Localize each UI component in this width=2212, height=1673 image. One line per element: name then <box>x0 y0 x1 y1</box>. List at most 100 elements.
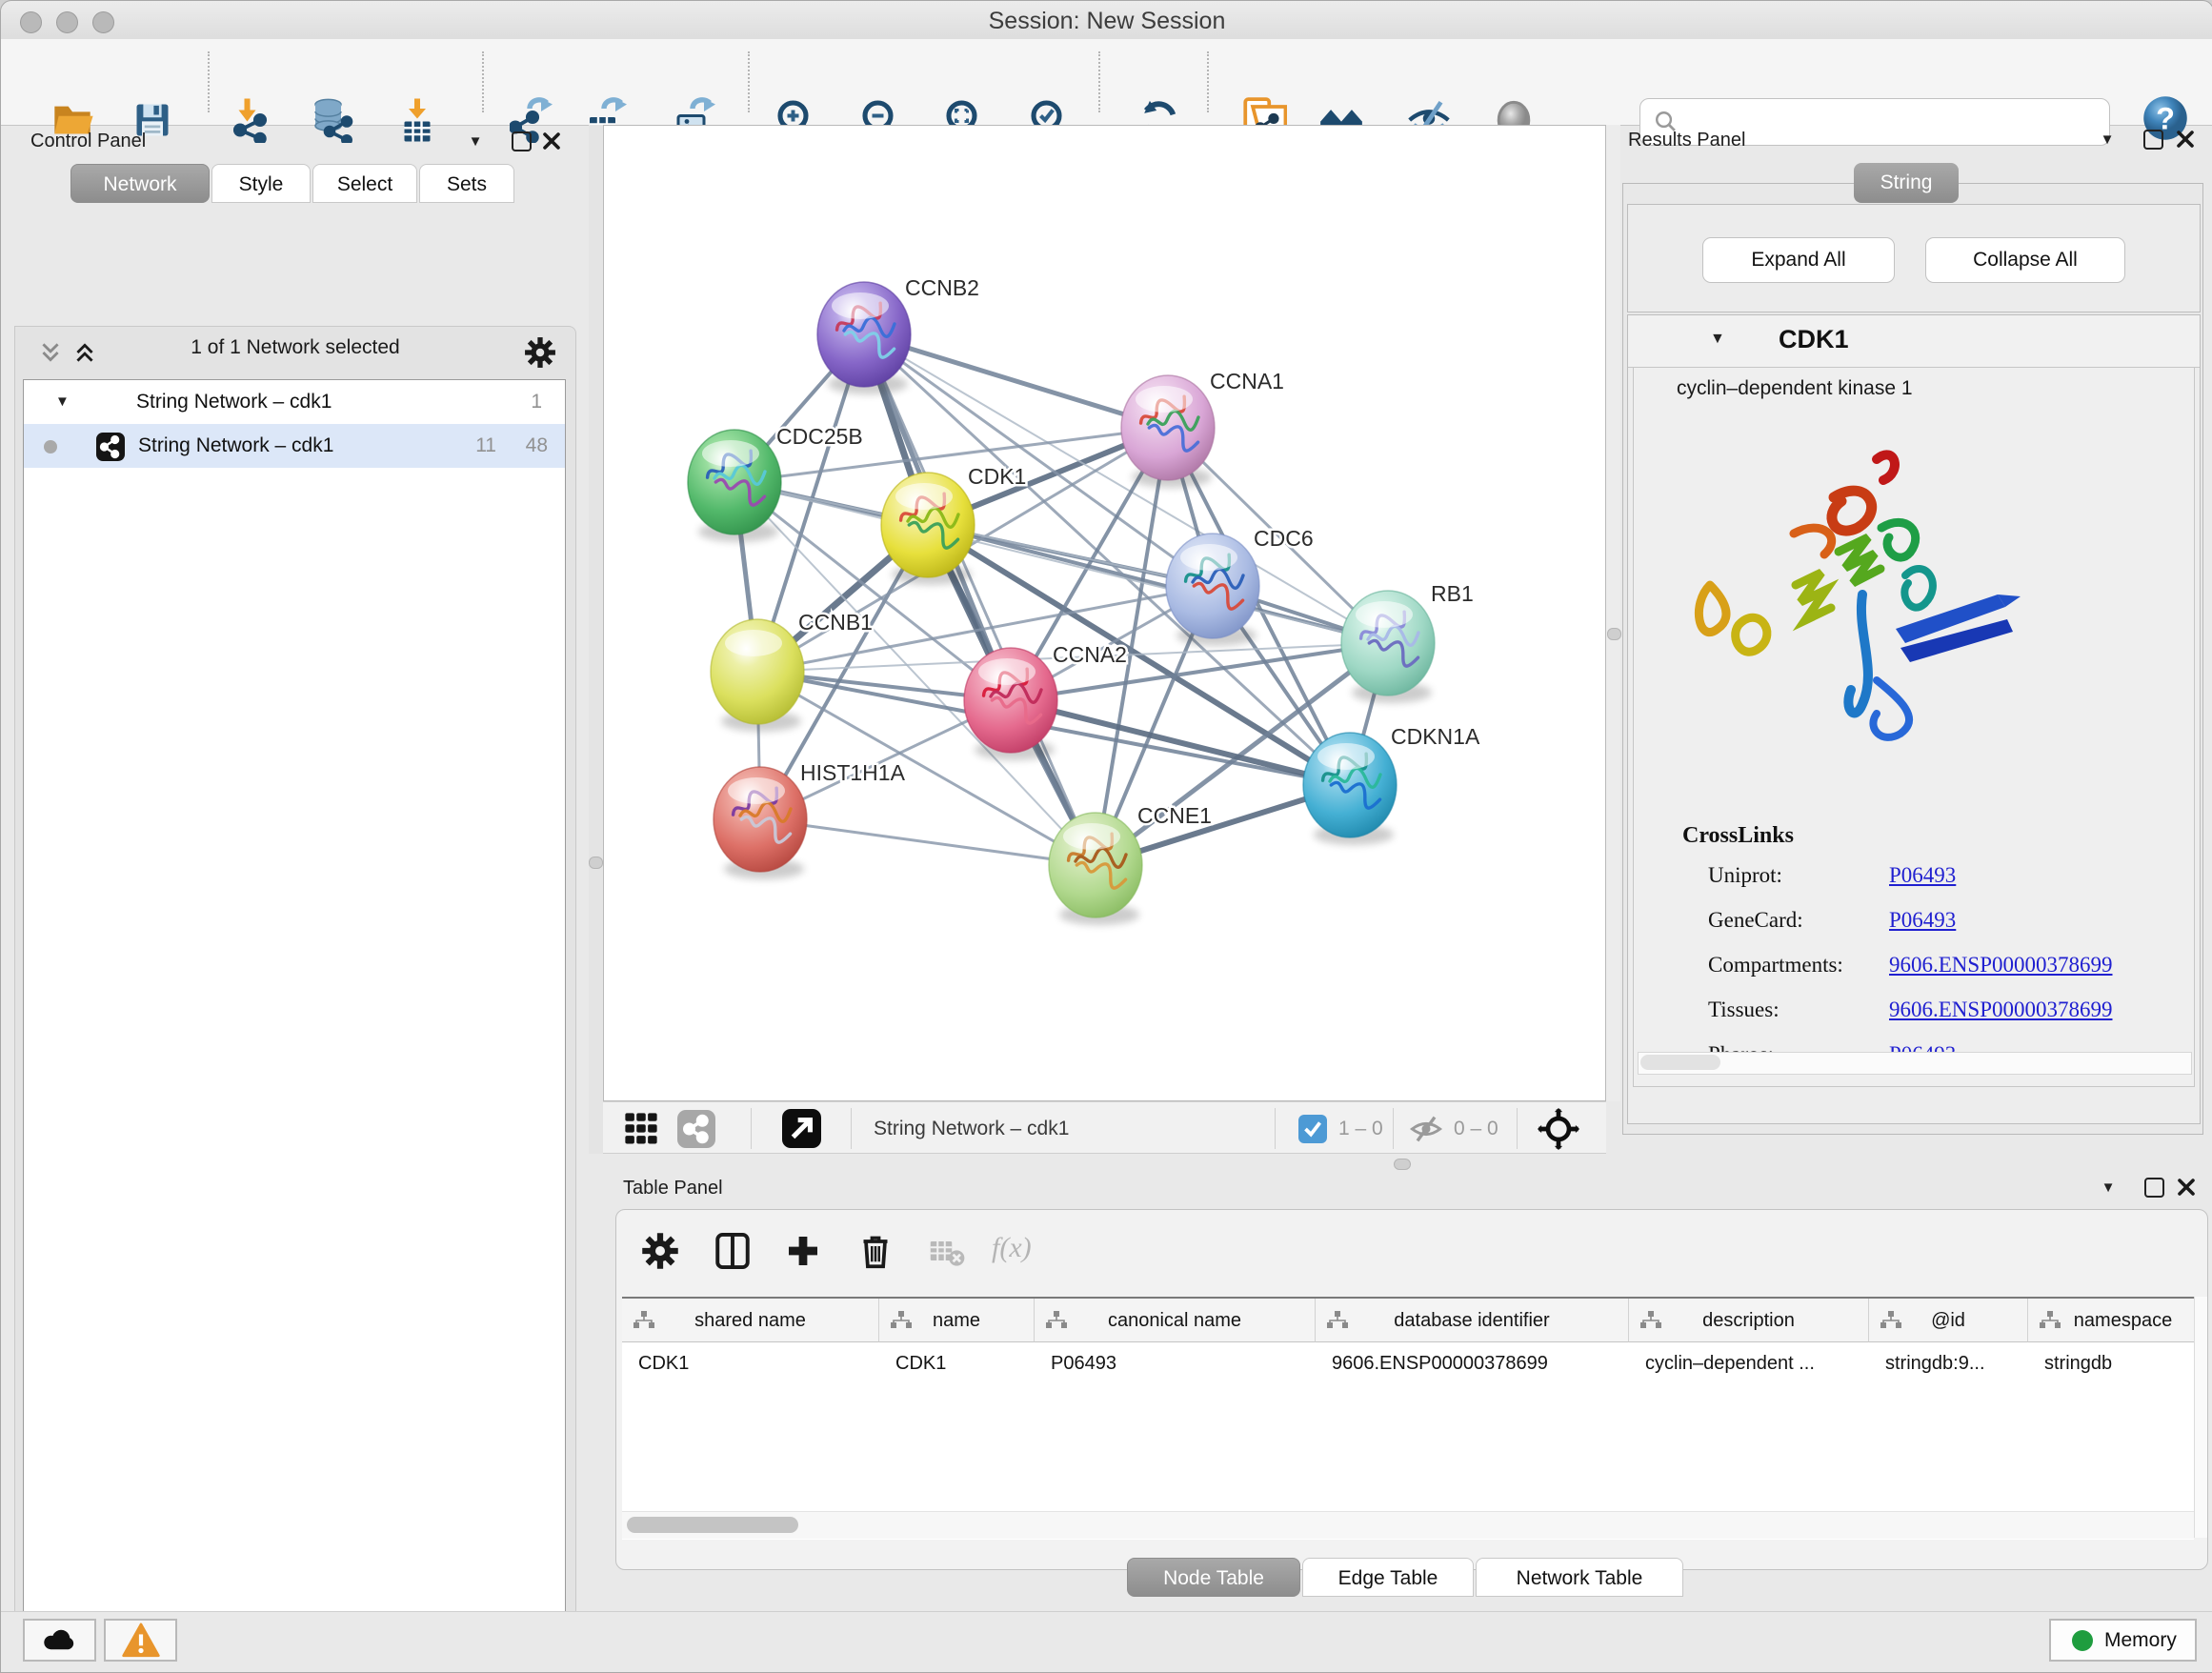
network-collection-label: String Network – cdk1 <box>136 380 332 424</box>
network-node-CCNB2[interactable] <box>817 282 911 394</box>
tab-node-table[interactable]: Node Table <box>1127 1558 1300 1597</box>
node-label-CCNB1: CCNB1 <box>798 610 873 635</box>
left-splitter-handle[interactable] <box>589 857 603 869</box>
panel-close-icon[interactable] <box>2171 125 2200 153</box>
toolbar-separator <box>1098 51 1100 112</box>
hidden-eye-icon[interactable] <box>1409 1112 1443 1151</box>
delete-column-icon[interactable] <box>853 1228 898 1274</box>
crosslink-link[interactable]: 9606.ENSP00000378699 <box>1889 998 2113 1022</box>
results-hscrollbar-thumb[interactable] <box>1640 1055 1720 1070</box>
memory-button[interactable]: Memory <box>2049 1619 2197 1662</box>
crosslinks-list: Uniprot:P06493GeneCard:P06493Compartment… <box>1634 856 2194 1079</box>
node-label-CCNA1: CCNA1 <box>1210 369 1284 393</box>
panel-menu-caret-icon[interactable]: ▼ <box>2094 1173 2122 1201</box>
table-hscrollbar-thumb[interactable] <box>627 1517 798 1533</box>
column-header-name[interactable]: name <box>879 1299 1035 1342</box>
cell-namespace[interactable]: stringdb <box>2028 1342 2194 1384</box>
network-node-CCNA1[interactable] <box>1121 375 1215 488</box>
tab-network[interactable]: Network <box>70 164 210 203</box>
expand-all-button[interactable]: Expand All <box>1702 237 1895 283</box>
toolbar-separator <box>482 51 484 112</box>
panel-close-icon[interactable] <box>2172 1173 2201 1201</box>
crosslink-link[interactable]: P06493 <box>1889 908 1956 933</box>
crosslink-link[interactable]: 9606.ENSP00000378699 <box>1889 953 2113 978</box>
network-tab-content: 1 of 1 Network selected ▼ String Network… <box>14 326 576 1673</box>
open-in-window-icon[interactable] <box>782 1109 821 1148</box>
collapse-all-button[interactable]: Collapse All <box>1925 237 2125 283</box>
share-network-icon[interactable] <box>677 1110 715 1148</box>
application-window: Session: New Session <box>0 0 2212 1673</box>
panel-float-icon[interactable] <box>507 127 535 155</box>
results-panel-title: Results Panel <box>1628 130 1745 151</box>
add-column-icon[interactable] <box>780 1228 826 1274</box>
results-hscrollbar[interactable] <box>1638 1052 2192 1075</box>
cloud-status-button[interactable] <box>23 1619 96 1662</box>
network-node-HIST1H1A[interactable] <box>714 767 807 879</box>
network-node-CDC25B[interactable] <box>688 430 781 542</box>
network-node-CCNB1[interactable] <box>711 619 804 732</box>
cell-canonical-name[interactable]: P06493 <box>1035 1342 1316 1384</box>
current-network-dot-icon <box>44 440 57 454</box>
tab-sets[interactable]: Sets <box>419 164 514 203</box>
crosslink-label: Compartments: <box>1708 953 1843 978</box>
column-header-namespace[interactable]: namespace <box>2028 1299 2194 1342</box>
cell-database-identifier[interactable]: 9606.ENSP00000378699 <box>1316 1342 1629 1384</box>
node-label-CDK1: CDK1 <box>968 464 1026 489</box>
warning-status-button[interactable] <box>104 1619 177 1662</box>
string-results-content: Expand All Collapse All ▼ CDK1 cyclin–de… <box>1622 183 2203 1135</box>
grid-view-icon[interactable] <box>623 1111 659 1152</box>
network-canvas[interactable]: CCNB2CCNA1CDC25BCDK1CDC6RB1CCNB1CCNA2CDK… <box>603 125 1606 1101</box>
delete-table-icon[interactable] <box>923 1228 969 1274</box>
function-builder-icon[interactable]: f(x) <box>992 1232 1032 1264</box>
panel-float-icon[interactable] <box>2140 1173 2168 1201</box>
tab-select[interactable]: Select <box>312 164 417 203</box>
column-header--id[interactable]: @id <box>1869 1299 2028 1342</box>
cell-description[interactable]: cyclin–dependent ... <box>1629 1342 1869 1384</box>
network-collection-row[interactable]: ▼ String Network – cdk1 1 <box>24 380 565 424</box>
panel-close-icon[interactable] <box>537 127 566 155</box>
panel-float-icon[interactable] <box>2139 125 2167 153</box>
table-hscrollbar[interactable] <box>622 1511 2194 1539</box>
cell-name[interactable]: CDK1 <box>879 1342 1035 1384</box>
protein-structure-image <box>1681 442 2043 766</box>
column-header-description[interactable]: description <box>1629 1299 1869 1342</box>
left-splitter[interactable] <box>589 125 603 1154</box>
right-splitter[interactable] <box>1606 125 1620 1101</box>
node-description: cyclin–dependent kinase 1 <box>1677 377 1913 400</box>
cell--id[interactable]: stringdb:9... <box>1869 1342 2028 1384</box>
node-label-HIST1H1A: HIST1H1A <box>800 760 906 785</box>
tab-network-table[interactable]: Network Table <box>1476 1558 1683 1597</box>
network-node-CCNE1[interactable] <box>1049 813 1142 925</box>
column-header-shared-name[interactable]: shared name <box>622 1299 879 1342</box>
tree-expand-caret-icon[interactable]: ▼ <box>55 380 70 424</box>
tab-edge-table[interactable]: Edge Table <box>1302 1558 1474 1597</box>
network-node-RB1[interactable] <box>1341 591 1435 703</box>
bottom-splitter-handle[interactable] <box>1394 1159 1411 1170</box>
node-label-CCNE1: CCNE1 <box>1137 803 1212 828</box>
fit-target-icon[interactable] <box>1538 1108 1579 1155</box>
table-vscrollbar[interactable] <box>2194 1297 2207 1538</box>
panel-menu-caret-icon[interactable]: ▼ <box>2093 125 2122 153</box>
selected-checkbox[interactable] <box>1298 1115 1327 1143</box>
control-panel-title: Control Panel <box>30 131 146 152</box>
network-options-gear-icon[interactable] <box>524 336 556 373</box>
toolbar-separator <box>851 1108 852 1149</box>
tab-string[interactable]: String <box>1854 163 1959 203</box>
column-header-canonical-name[interactable]: canonical name <box>1035 1299 1316 1342</box>
table-settings-gear-icon[interactable] <box>637 1228 683 1274</box>
network-node-CCNA2[interactable] <box>964 648 1057 760</box>
section-collapse-caret-icon[interactable]: ▼ <box>1710 331 1725 348</box>
table-panel-header: Table Panel ▼ <box>615 1173 2212 1207</box>
network-node-CDKN1A[interactable] <box>1303 733 1397 845</box>
cell-shared-name[interactable]: CDK1 <box>622 1342 879 1384</box>
column-header-database-identifier[interactable]: database identifier <box>1316 1299 1629 1342</box>
network-row-selected[interactable]: String Network – cdk1 11 48 <box>24 424 565 468</box>
panel-menu-caret-icon[interactable]: ▼ <box>461 127 490 155</box>
crosslink-row: Compartments: 9606.ENSP00000378699 <box>1634 945 2194 990</box>
crosslink-link[interactable]: P06493 <box>1889 863 1956 888</box>
show-columns-icon[interactable] <box>710 1228 755 1274</box>
tab-style[interactable]: Style <box>211 164 311 203</box>
right-splitter-handle[interactable] <box>1607 628 1621 640</box>
status-bar: Memory <box>1 1611 2212 1673</box>
network-node-CDK1[interactable] <box>881 473 975 585</box>
